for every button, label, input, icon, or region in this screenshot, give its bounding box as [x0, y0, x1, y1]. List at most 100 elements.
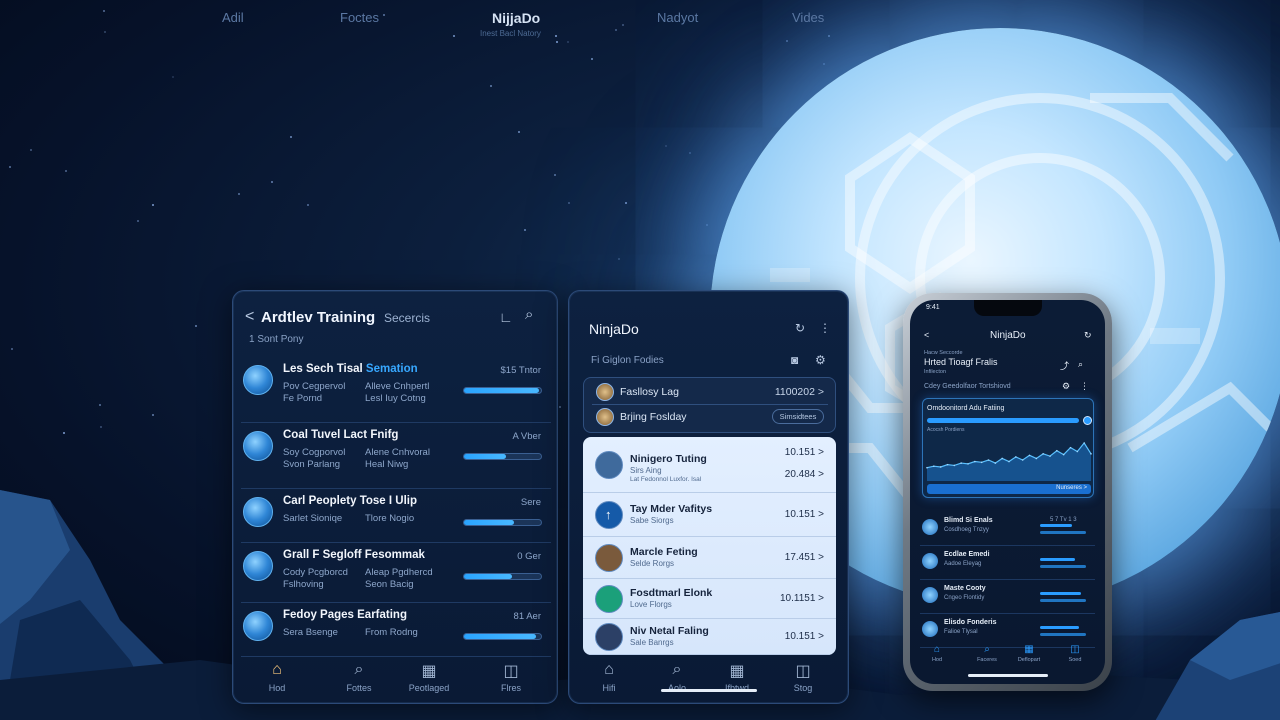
star	[706, 224, 708, 226]
list-item-meta: 5 7 Tv 1 3	[1050, 517, 1077, 523]
summary-row[interactable]: Brjing Foslday Simsidtees	[592, 406, 828, 430]
star	[625, 202, 627, 204]
star	[152, 204, 154, 206]
list-item[interactable]: Grall F Segloff Fesommak Cody Pcgborcd Fs…	[241, 543, 551, 603]
camera-icon[interactable]: ◙	[791, 353, 798, 367]
list-item-meta: Sere	[520, 497, 541, 508]
progress-bar	[1040, 633, 1086, 636]
status-time: 9:41	[926, 304, 940, 311]
progress-bar	[1040, 592, 1081, 595]
list-item-title: Ecdlae Emedi	[944, 551, 990, 558]
progress-fill	[464, 574, 512, 579]
chart-point	[946, 463, 949, 466]
list-item-value: 17.451 >	[784, 552, 824, 563]
list-item[interactable]: Fosdtmarl Elonk Love Florgs 10.1151 >	[583, 579, 836, 619]
settings-icon[interactable]: ⚙	[815, 353, 826, 367]
list-item-value: 10.151 >	[784, 509, 824, 520]
list-item[interactable]: Carl Peoplety Tose I Ulip Sarlet Sioniqe…	[241, 489, 551, 543]
tab-home[interactable]: ⌂ Hod	[922, 644, 952, 663]
progress-bar	[1040, 626, 1079, 629]
brand-tagline: Inest Bacl Natory	[480, 29, 541, 38]
nav-item-foctes[interactable]: Foctes	[340, 10, 379, 25]
chart-point	[1042, 453, 1044, 455]
list-item[interactable]: Fedoy Pages Earfating Sera Bsenge From Ro…	[241, 603, 551, 657]
activity-area-chart	[926, 441, 1092, 481]
tab-label: Faceres	[977, 657, 997, 663]
list-item[interactable]: Ecdlae Emedi Aadoe Eleyag	[920, 546, 1095, 580]
chart-point	[1083, 442, 1085, 444]
list-subtitle: 1 Sont Pony	[249, 334, 304, 345]
chart-point	[994, 462, 997, 464]
tab-label: Soed	[1068, 657, 1082, 663]
chart-point	[1062, 453, 1065, 456]
activity-chart-card[interactable]: Omdoonitord Adu Fatiing Acocsh Pordiens …	[922, 398, 1094, 498]
back-chevron-icon[interactable]: <	[245, 309, 254, 325]
star	[65, 170, 67, 172]
tab-search[interactable]: ⌕ Faceres	[972, 644, 1002, 663]
list-item-title: Blimd Si Enals	[944, 517, 993, 524]
tab-store[interactable]: ◫ Soed	[1060, 644, 1090, 663]
tab-search[interactable]: ⌕ Fottes	[329, 661, 389, 693]
list-item[interactable]: Les Sech Tisal Semation Pov Cegpervol Fe P…	[241, 357, 551, 423]
tab-progress[interactable]: ▦ Peotlaged	[399, 661, 459, 693]
tab-calendar[interactable]: ▦ Deflopart	[1014, 644, 1044, 663]
nav-item-vides[interactable]: Vides	[792, 10, 824, 25]
card-button[interactable]: Acocsh Pordiens	[927, 427, 965, 433]
phone-notch	[974, 300, 1042, 316]
refresh-icon[interactable]: ↻	[1084, 330, 1092, 341]
list-item[interactable]: Blimd Si Enals Cosdhoeg Tnzyy 5 7 Tv 1 3	[920, 512, 1095, 546]
list-item-meta: $15 Tntor	[500, 365, 542, 376]
list-item-detail: Alleve Cnhpertl Lesl Iuy Cotng	[365, 381, 430, 404]
list-item-title: Maste Cooty	[944, 585, 986, 592]
avatar	[922, 553, 938, 569]
star	[11, 348, 13, 350]
card-action-bar[interactable]: Nunseres >	[927, 484, 1091, 494]
search-icon[interactable]: ⌕	[525, 307, 533, 322]
list-item[interactable]: Niv Netal Faling Sale Banrgs 10.151 >	[583, 619, 836, 655]
progress-fill	[464, 520, 515, 525]
list-item[interactable]: Maste Cooty Cngeo Flontidy	[920, 580, 1095, 614]
settings-icon[interactable]: ⚙	[1062, 381, 1070, 392]
search-label[interactable]: Secercis	[384, 311, 430, 325]
list-item[interactable]: Coal Tuvel Lact Fnifg Soy Cogporvol Svon …	[241, 423, 551, 489]
list-item[interactable]: Ninigero Tuting Sirs Aing 10.151 > Lat Fedo…	[583, 437, 836, 493]
chart-point	[1008, 460, 1010, 463]
more-icon[interactable]: ⋮	[1080, 381, 1089, 392]
slider-handle[interactable]	[1083, 416, 1092, 425]
tab-home[interactable]: ⌂ Hod	[247, 661, 307, 693]
star	[238, 193, 240, 195]
sort-icon[interactable]: ∟	[499, 310, 513, 324]
chart-point	[960, 462, 962, 464]
status-pill[interactable]: Simsidtees	[772, 409, 824, 424]
card-slider[interactable]	[927, 418, 1079, 423]
search-icon[interactable]: ⌕	[1078, 359, 1083, 370]
back-chevron-icon[interactable]: <	[924, 330, 929, 340]
refresh-icon[interactable]: ↻	[795, 321, 805, 335]
list-item-title: Fedoy Pages Earfating	[283, 609, 407, 621]
list-item[interactable]: Elisdo Fonderis Falioe Tlysal	[920, 614, 1095, 648]
avatar	[243, 497, 273, 527]
brand-logo-text[interactable]: NijjaDo	[492, 10, 540, 26]
summary-card: Fasllosy Lag 1100202 > Brjing Foslday Si…	[583, 377, 836, 433]
chart-point	[933, 465, 935, 467]
tab-store[interactable]: ◫ Stog	[773, 661, 833, 693]
calendar-icon: ▦	[1024, 644, 1034, 655]
panel-title: NinjaDo	[589, 321, 639, 337]
tab-files[interactable]: ◫ Flres	[481, 661, 541, 693]
star	[665, 145, 667, 147]
avatar	[243, 365, 273, 395]
list-item-meta: A Vber	[512, 431, 541, 442]
tab-home[interactable]: ⌂ Hifi	[579, 661, 639, 693]
list-item-meta: 81 Aer	[513, 611, 541, 622]
list-item[interactable]: ↑ Tay Mder Vafitys Sabe Siorgs 10.151 >	[583, 493, 836, 537]
summary-row[interactable]: Fasllosy Lag 1100202 >	[592, 381, 828, 405]
chart-point	[1028, 454, 1031, 457]
star	[30, 149, 32, 151]
nav-item-nadyot[interactable]: Nadyot	[657, 10, 698, 25]
share-icon[interactable]: ⤴	[1060, 359, 1069, 372]
avatar	[243, 551, 273, 581]
more-icon[interactable]: ⋮	[819, 321, 831, 335]
nav-item-adil[interactable]: Adil	[222, 10, 244, 25]
list-item[interactable]: Marcle Feting Selde Rorgs 17.451 >	[583, 537, 836, 579]
list-item-detail: Aleap Pgdhercd Seon Bacig	[365, 567, 433, 590]
